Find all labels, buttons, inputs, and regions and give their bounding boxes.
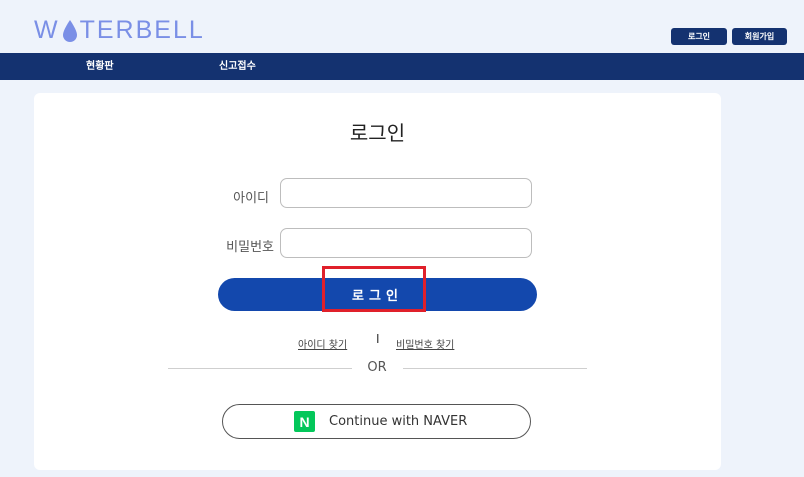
- id-label: 아이디: [233, 191, 269, 206]
- waterbell-logo[interactable]: W TERBELL: [34, 16, 205, 45]
- or-divider-right: [403, 368, 587, 369]
- header-signup-button[interactable]: 회원가입: [732, 28, 787, 45]
- login-card: 로그인 아이디 비밀번호 로그인 아이디 찾기 I 비밀번호 찾기 OR N C…: [34, 93, 721, 470]
- login-submit-button[interactable]: 로그인: [218, 278, 537, 311]
- or-text: OR: [367, 360, 387, 375]
- naver-logo-icon: N: [294, 411, 315, 432]
- main-nav: 현황판 신고접수: [0, 53, 804, 80]
- logo-text-right: TERBELL: [79, 16, 205, 44]
- naver-login-label: Continue with NAVER: [329, 414, 468, 429]
- nav-item-dashboard[interactable]: 현황판: [86, 53, 114, 80]
- page-title: 로그인: [349, 121, 406, 145]
- header: W TERBELL 로그인 회원가입: [0, 0, 804, 53]
- find-password-link[interactable]: 비밀번호 찾기: [396, 336, 454, 351]
- logo-text-left: W: [34, 16, 60, 44]
- water-drop-icon: [62, 19, 77, 42]
- find-id-link[interactable]: 아이디 찾기: [298, 336, 347, 351]
- nav-item-report[interactable]: 신고접수: [219, 53, 256, 80]
- password-field[interactable]: [280, 228, 532, 258]
- header-login-button[interactable]: 로그인: [671, 28, 727, 45]
- id-field[interactable]: [280, 178, 532, 208]
- naver-login-button[interactable]: N Continue with NAVER: [222, 404, 531, 439]
- or-divider-left: [168, 368, 352, 369]
- password-label: 비밀번호: [226, 240, 274, 255]
- link-separator: I: [376, 332, 380, 346]
